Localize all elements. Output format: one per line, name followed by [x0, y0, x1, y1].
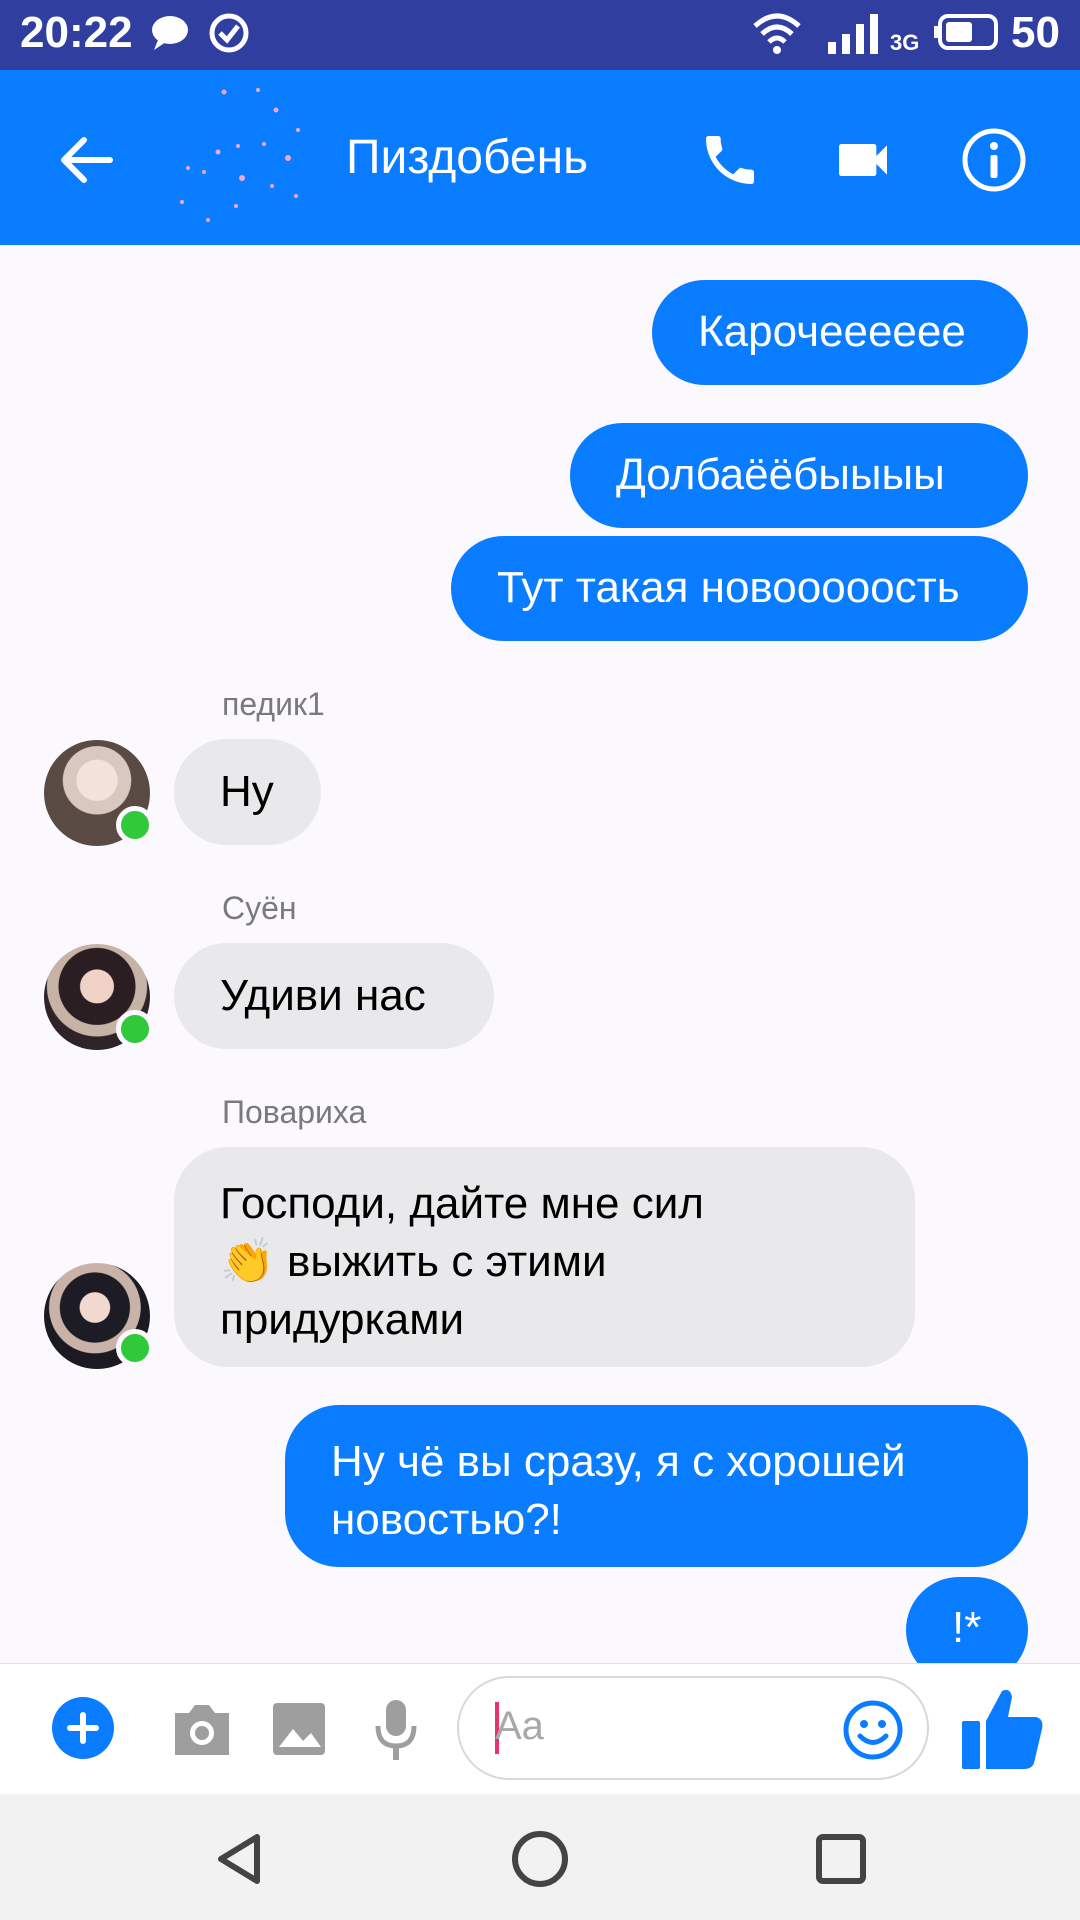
- message-text-line: Ну чё вы сразу, я с хорошей: [331, 1437, 906, 1486]
- wifi-icon: [752, 12, 802, 61]
- voice-call-button[interactable]: [690, 120, 770, 200]
- network-type: 3G: [890, 30, 920, 55]
- conversation-title[interactable]: Пиздобень: [346, 130, 588, 185]
- online-status-dot: [116, 1329, 154, 1367]
- message-input[interactable]: Aa: [457, 1676, 929, 1780]
- circle-home-icon: [512, 1831, 568, 1887]
- message-bubble-outgoing[interactable]: Долбаёёбыыыы: [570, 423, 1028, 528]
- like-button[interactable]: [956, 1682, 1048, 1774]
- status-bar: 20:22 3G 50: [0, 0, 1080, 70]
- sender-avatar[interactable]: [44, 1263, 154, 1369]
- message-bubble-outgoing[interactable]: Тут такая новооооость: [451, 536, 1028, 641]
- triangle-back-icon: [218, 1834, 260, 1884]
- voice-message-button[interactable]: [368, 1694, 424, 1766]
- sender-avatar[interactable]: [44, 740, 154, 846]
- group-avatar[interactable]: [168, 80, 318, 235]
- message-bubble-outgoing[interactable]: Ну чё вы сразу, я с хорошей новостью?!: [285, 1405, 1028, 1567]
- online-status-dot: [116, 806, 154, 844]
- phone-icon: [706, 136, 754, 184]
- video-call-button[interactable]: [823, 120, 903, 200]
- sender-name: педик1: [222, 686, 325, 722]
- back-arrow-icon: [61, 137, 113, 183]
- video-camera-icon: [839, 144, 887, 176]
- message-text: Удиви нас: [220, 971, 426, 1020]
- square-recents-icon: [816, 1834, 866, 1884]
- image-icon: [273, 1703, 325, 1755]
- message-text: Тут такая новооооость: [497, 563, 960, 612]
- message-text-line: 👏 выжить с этими: [220, 1237, 607, 1286]
- nav-home-button[interactable]: [495, 1814, 585, 1904]
- message-text: Ну: [220, 767, 274, 816]
- more-actions-button[interactable]: [52, 1697, 114, 1759]
- sender-name: Повариха: [222, 1094, 367, 1130]
- conversation-header: Пиздобень: [0, 70, 1080, 245]
- message-bubble-incoming[interactable]: Ну: [174, 739, 321, 845]
- message-bubble-outgoing[interactable]: Карочееееее: [652, 280, 1028, 385]
- status-time: 20:22: [20, 8, 133, 57]
- message-text: Долбаёёбыыыы: [616, 450, 945, 499]
- emoji-button[interactable]: [841, 1698, 905, 1762]
- thumbs-up-icon: [962, 1689, 1043, 1769]
- emoji-icon: [843, 1700, 903, 1760]
- back-button[interactable]: [46, 120, 126, 200]
- conversation-info-button[interactable]: [954, 120, 1034, 200]
- signal-icon: [826, 12, 882, 61]
- message-bubble-incoming[interactable]: Господи, дайте мне сил 👏 выжить с этими …: [174, 1147, 915, 1367]
- system-navigation-bar: [0, 1794, 1080, 1920]
- message-text-line: новостью?!: [331, 1495, 562, 1544]
- plus-icon: [67, 1712, 99, 1744]
- message-composer: Aa: [0, 1663, 1080, 1794]
- camera-button[interactable]: [168, 1696, 236, 1762]
- online-status-dot: [116, 1010, 154, 1048]
- sender-avatar[interactable]: [44, 944, 154, 1050]
- nav-back-button[interactable]: [196, 1814, 286, 1904]
- message-text: Карочееееее: [698, 307, 966, 356]
- gallery-button[interactable]: [266, 1696, 332, 1762]
- microphone-icon: [375, 1700, 417, 1760]
- battery-level: 50: [1011, 8, 1060, 57]
- info-icon: [962, 128, 1026, 192]
- chat-notification-icon: [150, 12, 190, 57]
- message-bubble-incoming[interactable]: Удиви нас: [174, 943, 494, 1049]
- message-text-line: Господи, дайте мне сил: [220, 1179, 704, 1228]
- nav-recents-button[interactable]: [796, 1814, 886, 1904]
- check-circle-icon: [208, 12, 250, 59]
- message-text: !*: [952, 1603, 982, 1652]
- message-text-line: придурками: [220, 1295, 465, 1344]
- message-input-placeholder: Aa: [495, 1704, 544, 1748]
- battery-icon: [934, 12, 1002, 57]
- camera-icon: [175, 1705, 229, 1755]
- sender-name: Суён: [222, 890, 297, 926]
